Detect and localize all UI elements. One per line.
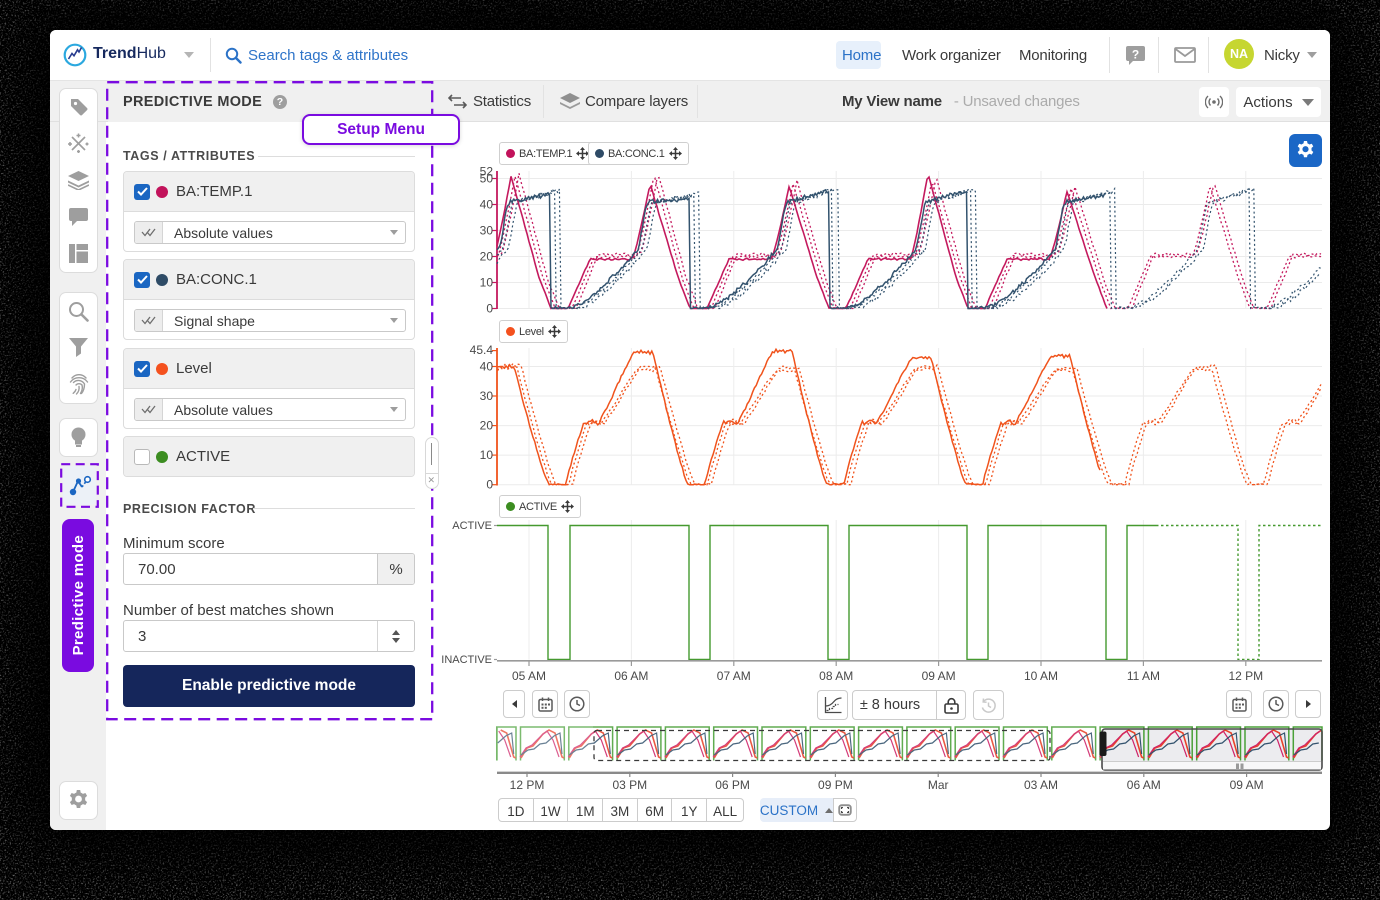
svg-text:?: ? <box>1132 48 1139 62</box>
svg-text:09 PM: 09 PM <box>818 778 853 792</box>
svg-text:10: 10 <box>480 276 494 290</box>
svg-text:12 PM: 12 PM <box>1228 669 1263 683</box>
svg-text:20: 20 <box>480 250 494 264</box>
svg-text:07 AM: 07 AM <box>717 669 751 683</box>
svg-text:10: 10 <box>480 448 494 462</box>
svg-text:03 AM: 03 AM <box>1024 778 1058 792</box>
svg-text:30: 30 <box>480 389 494 403</box>
svg-text:Mar: Mar <box>928 778 949 792</box>
svg-text:0: 0 <box>486 302 493 316</box>
svg-text:03 PM: 03 PM <box>612 778 647 792</box>
svg-text:40: 40 <box>480 360 494 374</box>
svg-text:40: 40 <box>480 198 494 212</box>
svg-text:06 AM: 06 AM <box>614 669 648 683</box>
svg-text:11 AM: 11 AM <box>1127 669 1160 683</box>
svg-text:06 PM: 06 PM <box>715 778 750 792</box>
svg-text:52: 52 <box>480 165 494 179</box>
svg-text:20: 20 <box>480 419 494 433</box>
svg-text:12 PM: 12 PM <box>510 778 545 792</box>
svg-text:ACTIVE: ACTIVE <box>452 520 492 532</box>
svg-text:09 AM: 09 AM <box>1230 778 1264 792</box>
svg-text:05 AM: 05 AM <box>512 669 546 683</box>
svg-text:INACTIVE: INACTIVE <box>441 654 492 666</box>
svg-text:08 AM: 08 AM <box>819 669 853 683</box>
svg-text:09 AM: 09 AM <box>922 669 956 683</box>
svg-text:10 AM: 10 AM <box>1024 669 1058 683</box>
svg-text:0: 0 <box>486 478 493 492</box>
svg-text:30: 30 <box>480 224 494 238</box>
svg-text:45.4: 45.4 <box>470 343 494 357</box>
svg-text:06 AM: 06 AM <box>1127 778 1161 792</box>
